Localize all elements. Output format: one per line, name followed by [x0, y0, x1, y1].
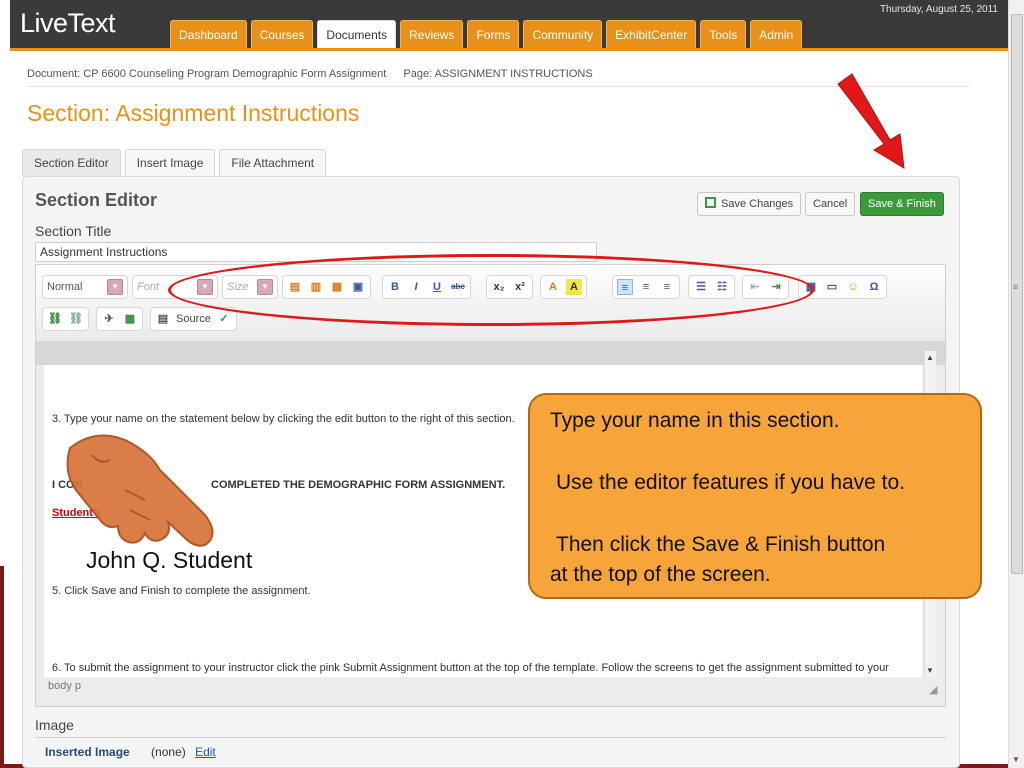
callout-line-1: Type your name in this section.	[550, 409, 840, 432]
annotation-overlay	[66, 73, 905, 547]
red-arrow-icon	[837, 73, 905, 169]
instruction-callout: Type your name in this section. Use the …	[528, 393, 982, 599]
callout-line-4: at the top of the screen.	[550, 563, 771, 586]
callout-line-2: Use the editor features if you have to.	[556, 471, 906, 494]
pointing-hand-icon	[66, 434, 214, 547]
callout-line-3: Then click the Save & Finish button	[556, 533, 886, 556]
